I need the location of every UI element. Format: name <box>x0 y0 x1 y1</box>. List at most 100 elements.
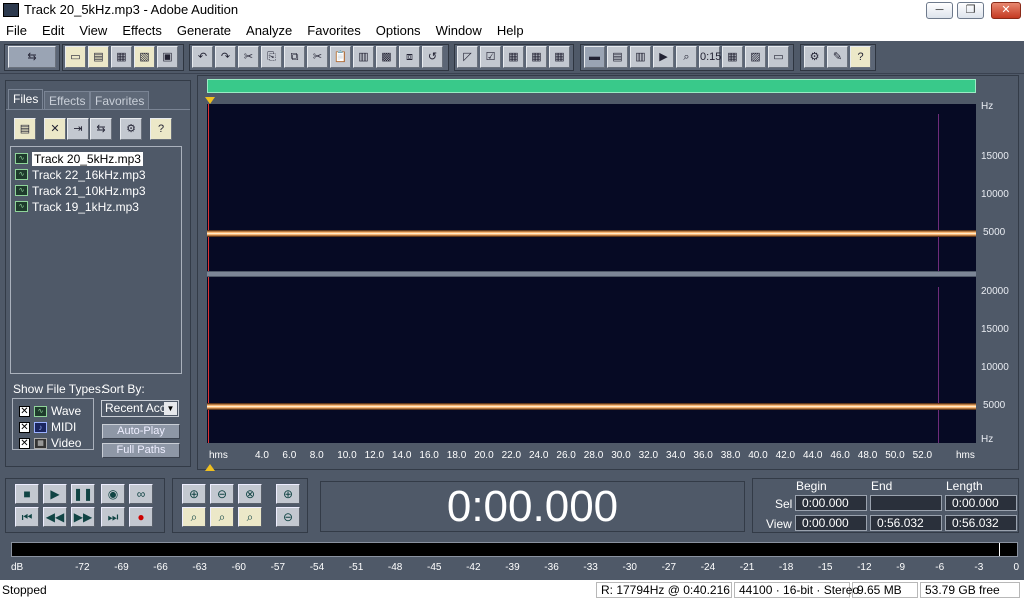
overview-bar[interactable] <box>207 79 976 93</box>
fast-forward-icon[interactable]: ▶▶ <box>71 507 95 527</box>
save-icon[interactable]: ▦ <box>111 46 132 68</box>
grid-icon[interactable]: ▦ <box>722 46 743 68</box>
zero-crossing-icon[interactable]: ↺ <box>422 46 443 68</box>
color-icon[interactable]: ▨ <box>745 46 766 68</box>
marker-icon[interactable] <box>205 97 215 104</box>
insert-multitrack-icon[interactable]: ⇥ <box>67 118 89 140</box>
list-item[interactable]: ∿ Track 21_10kHz.mp3 <box>15 183 146 198</box>
play-to-end-icon[interactable]: ◉ <box>101 484 125 504</box>
undo-icon[interactable]: ↶ <box>192 46 213 68</box>
save-all-icon[interactable]: ▧ <box>134 46 155 68</box>
zoom-out-vertical-icon[interactable]: ⊖ <box>276 507 300 527</box>
loop-icon[interactable]: ∞ <box>129 484 153 504</box>
minimize-button[interactable]: ─ <box>926 2 953 19</box>
menu-effects[interactable]: Effects <box>122 23 162 38</box>
zoom-left-icon[interactable]: ⌕ <box>210 507 234 527</box>
mix-paste-icon[interactable]: ▩ <box>376 46 397 68</box>
time-ruler[interactable]: hms hms 4.0 6.0 8.0 10.0 12.0 14.0 16.0 18.0 20.… <box>207 446 976 464</box>
cut-icon[interactable]: ✂ <box>307 46 328 68</box>
chevron-down-icon[interactable]: ▼ <box>164 402 177 415</box>
close-file-icon[interactable]: ✕ <box>44 118 66 140</box>
play-cursor-icon[interactable]: ▶ <box>653 46 674 68</box>
menu-view[interactable]: View <box>79 23 107 38</box>
tab-favorites[interactable]: Favorites <box>90 91 150 109</box>
auto-play-button[interactable]: Auto-Play <box>102 424 180 439</box>
open-file-icon[interactable]: ▤ <box>14 118 36 140</box>
rewind-icon[interactable]: ◀◀ <box>43 507 67 527</box>
list-item[interactable]: ∿ Track 20_5kHz.mp3 <box>15 151 143 166</box>
open-folder-icon[interactable]: ▤ <box>88 46 109 68</box>
trim-icon[interactable]: ⧈ <box>399 46 420 68</box>
paste-icon[interactable]: 📋 <box>330 46 351 68</box>
play-icon[interactable]: ▶ <box>43 484 67 504</box>
settings-icon[interactable]: ⚙ <box>804 46 825 68</box>
record-icon[interactable]: ● <box>129 507 153 527</box>
go-to-end-icon[interactable]: ⏭ <box>101 507 125 527</box>
video-checkbox[interactable]: ✕ <box>19 437 30 449</box>
full-paths-button[interactable]: Full Paths <box>102 443 180 458</box>
copy-icon[interactable]: ⎘ <box>261 46 282 68</box>
pause-icon[interactable]: ❚❚ <box>71 484 95 504</box>
time-format-icon[interactable]: 0:15 <box>699 46 721 68</box>
edit-file-icon[interactable]: ⇆ <box>90 118 112 140</box>
panel-help-icon[interactable]: ? <box>150 118 172 140</box>
spectral-view-icon[interactable]: ▤ <box>607 46 628 68</box>
menu-analyze[interactable]: Analyze <box>246 23 292 38</box>
effects-grid2-icon[interactable]: ▦ <box>526 46 547 68</box>
view-length-field[interactable]: 0:56.032 <box>945 515 1017 531</box>
menu-generate[interactable]: Generate <box>177 23 231 38</box>
info-icon[interactable]: ▭ <box>768 46 789 68</box>
new-file-icon[interactable]: ▭ <box>65 46 86 68</box>
zoom-in-icon[interactable]: ⊕ <box>182 484 206 504</box>
app-icon[interactable] <box>3 3 19 17</box>
options-icon[interactable]: ⚙ <box>120 118 142 140</box>
view-end-field[interactable]: 0:56.032 <box>870 515 942 531</box>
menu-window[interactable]: Window <box>436 23 482 38</box>
menu-edit[interactable]: Edit <box>42 23 64 38</box>
paste-new-icon[interactable]: ▥ <box>353 46 374 68</box>
zoom-tool-icon[interactable]: ⌕ <box>676 46 697 68</box>
midi-checkbox[interactable]: ✕ <box>19 421 30 433</box>
tab-files[interactable]: Files <box>8 89 44 109</box>
spectral-view-left-channel[interactable] <box>207 104 976 271</box>
redo-icon[interactable]: ↷ <box>215 46 236 68</box>
zoom-selection-icon[interactable]: ⌕ <box>182 507 206 527</box>
menu-options[interactable]: Options <box>376 23 421 38</box>
tab-effects[interactable]: Effects <box>44 91 91 109</box>
pan-view-icon[interactable]: ▥ <box>630 46 651 68</box>
go-to-start-icon[interactable]: ⏮ <box>15 507 39 527</box>
multitrack-toggle-icon[interactable]: ⇆ <box>8 46 56 68</box>
sel-begin-field[interactable]: 0:00.000 <box>795 495 867 511</box>
effects-grid3-icon[interactable]: ▦ <box>549 46 570 68</box>
view-begin-field[interactable]: 0:00.000 <box>795 515 867 531</box>
script-icon[interactable]: ✎ <box>827 46 848 68</box>
zoom-full-icon[interactable]: ⊗ <box>238 484 262 504</box>
zoom-in-vertical-icon[interactable]: ⊕ <box>276 484 300 504</box>
sel-end-field[interactable] <box>870 495 942 511</box>
close-file-icon[interactable]: ▣ <box>157 46 178 68</box>
effects-grid-icon[interactable]: ▦ <box>503 46 524 68</box>
maximize-button[interactable]: ❐ <box>957 2 984 19</box>
spectral-view-right-channel[interactable] <box>207 277 976 443</box>
list-item[interactable]: ∿ Track 19_1kHz.mp3 <box>15 199 139 214</box>
menu-help[interactable]: Help <box>497 23 524 38</box>
stop-icon[interactable]: ■ <box>15 484 39 504</box>
sel-length-field[interactable]: 0:00.000 <box>945 495 1017 511</box>
copy-new-icon[interactable]: ⧉ <box>284 46 305 68</box>
wave-checkbox[interactable]: ✕ <box>19 405 30 417</box>
marker-icon[interactable] <box>205 464 215 471</box>
zoom-out-icon[interactable]: ⊖ <box>210 484 234 504</box>
help-icon[interactable]: ? <box>850 46 871 68</box>
normalize-icon[interactable]: ◸ <box>457 46 478 68</box>
sort-by-select[interactable]: Recent Acc ▼ <box>101 400 179 417</box>
amplify-icon[interactable]: ☑ <box>480 46 501 68</box>
type-wave-row[interactable]: ✕ ∿ Wave <box>19 404 81 418</box>
menu-favorites[interactable]: Favorites <box>307 23 360 38</box>
type-video-row[interactable]: ✕ ▦ Video <box>19 436 81 450</box>
close-button[interactable]: ✕ <box>991 2 1021 19</box>
zoom-right-icon[interactable]: ⌕ <box>238 507 262 527</box>
type-midi-row[interactable]: ✕ ♪ MIDI <box>19 420 76 434</box>
list-item[interactable]: ∿ Track 22_16kHz.mp3 <box>15 167 146 182</box>
menu-file[interactable]: File <box>6 23 27 38</box>
repeat-icon[interactable]: ✂ <box>238 46 259 68</box>
